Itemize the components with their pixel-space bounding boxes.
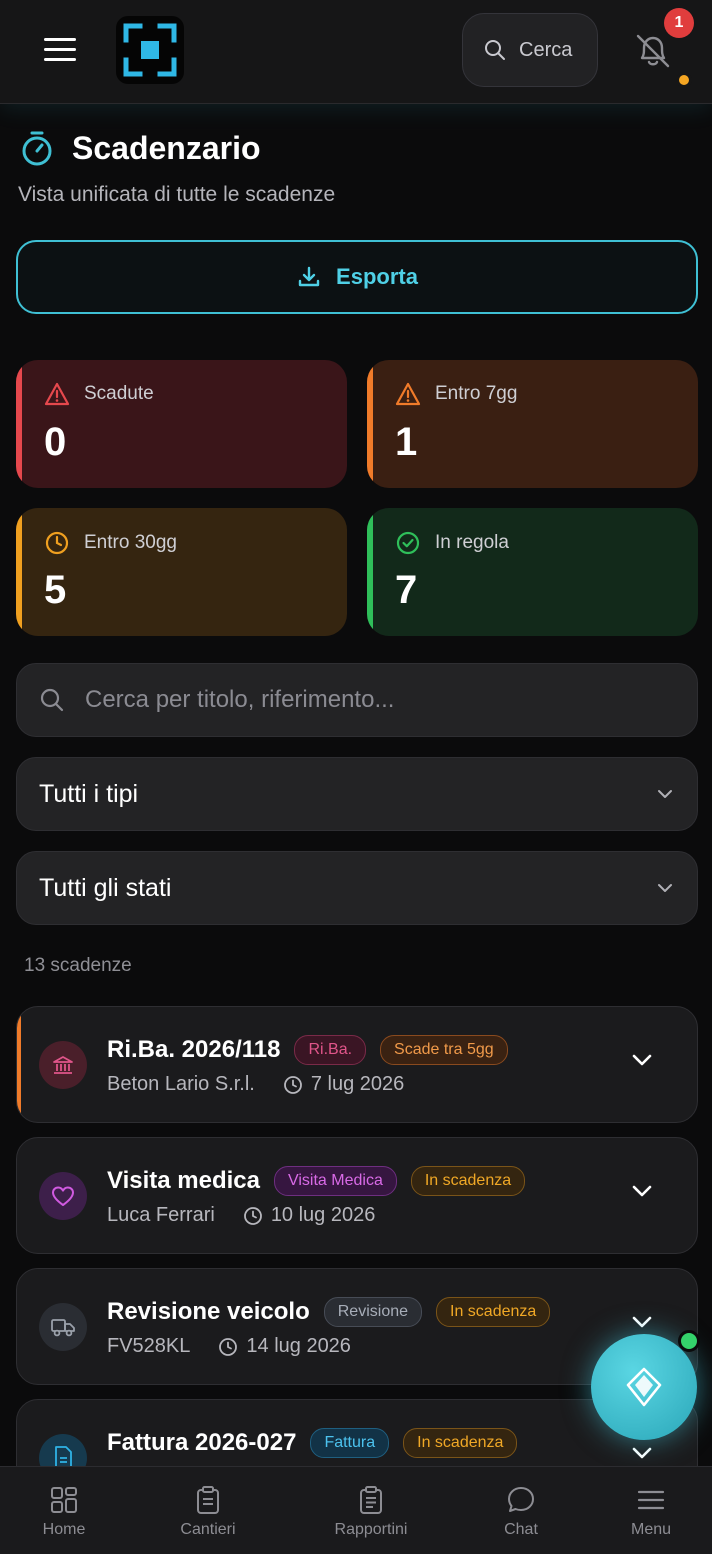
online-status-dot xyxy=(678,1330,700,1352)
stat-card-overdue[interactable]: Scadute 0 xyxy=(16,360,347,488)
nav-item-menu[interactable]: Menu xyxy=(596,1467,706,1554)
bottom-navigation: Home Cantieri Rapportini Chat Menu xyxy=(0,1466,712,1554)
chevron-down-icon[interactable] xyxy=(631,1315,653,1329)
report-icon xyxy=(360,1486,382,1514)
page-title: Scadenzario xyxy=(72,129,261,166)
results-count: 13 scadenze xyxy=(24,955,132,976)
deadline-search-field[interactable] xyxy=(16,663,698,737)
page-subtitle: Vista unificata di tutte le scadenze xyxy=(18,183,336,206)
nav-item-rapportini[interactable]: Rapportini xyxy=(316,1467,426,1554)
stat-card-compliant[interactable]: In regola 7 xyxy=(367,508,698,636)
deadline-card[interactable]: Ri.Ba. 2026/118 Ri.Ba. Scade tra 5gg Bet… xyxy=(16,1006,698,1123)
stat-value: 1 xyxy=(395,420,418,464)
app-logo[interactable] xyxy=(116,16,184,84)
page-header: Scadenzario xyxy=(18,128,261,168)
export-label: Esporta xyxy=(336,264,418,289)
search-icon xyxy=(485,40,505,60)
hamburger-menu-icon[interactable] xyxy=(40,34,80,66)
stat-value: 0 xyxy=(44,420,67,464)
type-badge: Visita Medica xyxy=(273,1166,397,1196)
warning-icon xyxy=(395,382,421,406)
clock-icon xyxy=(219,1337,238,1356)
chevron-down-icon xyxy=(658,884,672,892)
nav-item-cantieri[interactable]: Cantieri xyxy=(153,1467,263,1554)
stat-value: 5 xyxy=(44,568,67,612)
status-badge: Scade tra 5gg xyxy=(380,1035,508,1065)
nav-label: Chat xyxy=(504,1521,538,1538)
warning-icon xyxy=(44,382,70,406)
status-badge: In scadenza xyxy=(403,1428,518,1458)
deadline-title: Fattura 2026-027 xyxy=(107,1429,297,1456)
deadline-title: Ri.Ba. 2026/118 xyxy=(107,1036,281,1063)
notification-count-badge: 1 xyxy=(664,8,694,38)
status-filter-value: Tutti gli stati xyxy=(39,873,172,902)
deadline-date: 10 lug 2026 xyxy=(270,1204,376,1226)
nav-label: Cantieri xyxy=(180,1521,236,1538)
status-dot xyxy=(676,72,692,88)
deadline-subject: Luca Ferrari xyxy=(107,1204,215,1226)
stopwatch-icon xyxy=(22,131,52,166)
heart-icon xyxy=(39,1172,87,1220)
chevron-down-icon[interactable] xyxy=(631,1053,653,1067)
stat-label: Scadute xyxy=(84,383,154,404)
deadline-subject: FV528KL xyxy=(107,1335,191,1357)
stat-label: In regola xyxy=(435,532,509,553)
clock-icon xyxy=(45,531,69,555)
nav-label: Home xyxy=(42,1521,86,1538)
clock-icon xyxy=(243,1206,262,1225)
status-filter-select[interactable]: Tutti gli stati xyxy=(16,851,698,925)
menu-icon xyxy=(637,1490,665,1510)
bank-icon xyxy=(39,1041,87,1089)
status-badge: In scadenza xyxy=(410,1166,526,1196)
truck-icon xyxy=(39,1303,87,1351)
stat-accent-bar xyxy=(367,508,373,636)
chevron-down-icon[interactable] xyxy=(631,1446,653,1460)
stat-accent-bar xyxy=(16,360,22,488)
type-badge: Ri.Ba. xyxy=(294,1035,367,1065)
stat-accent-bar xyxy=(16,508,22,636)
type-badge: Revisione xyxy=(323,1297,423,1327)
clock-icon xyxy=(283,1075,302,1094)
global-search-button[interactable]: Cerca xyxy=(462,13,598,87)
type-badge: Fattura xyxy=(310,1428,390,1458)
deadline-accent-bar xyxy=(17,1007,21,1122)
diamond-icon xyxy=(626,1367,662,1407)
status-badge: In scadenza xyxy=(436,1297,551,1327)
nav-item-home[interactable]: Home xyxy=(9,1467,119,1554)
stat-accent-bar xyxy=(367,360,373,488)
export-button[interactable]: Esporta xyxy=(16,240,698,314)
home-icon xyxy=(51,1487,77,1513)
scan-logo-icon xyxy=(123,23,177,77)
chevron-down-icon[interactable] xyxy=(631,1184,653,1198)
type-filter-select[interactable]: Tutti i tipi xyxy=(16,757,698,831)
assistant-fab-button[interactable] xyxy=(591,1334,697,1440)
nav-label: Menu xyxy=(630,1521,672,1538)
stat-label: Entro 30gg xyxy=(84,532,177,553)
nav-item-chat[interactable]: Chat xyxy=(466,1467,576,1554)
search-icon xyxy=(40,688,64,712)
stat-value: 7 xyxy=(395,568,418,612)
chat-icon xyxy=(508,1487,534,1512)
stat-card-within-7-days[interactable]: Entro 7gg 1 xyxy=(367,360,698,488)
deadline-title: Visita medica xyxy=(107,1167,260,1194)
top-bar: Cerca 1 xyxy=(0,0,712,104)
search-input[interactable] xyxy=(85,686,645,714)
deadline-date: 14 lug 2026 xyxy=(246,1335,351,1357)
chevron-down-icon xyxy=(658,790,672,798)
clipboard-icon xyxy=(197,1486,219,1514)
stat-label: Entro 7gg xyxy=(435,383,518,404)
nav-label: Rapportini xyxy=(334,1521,408,1538)
deadline-date: 7 lug 2026 xyxy=(310,1073,405,1095)
stat-card-within-30-days[interactable]: Entro 30gg 5 xyxy=(16,508,347,636)
check-circle-icon xyxy=(396,531,420,555)
deadline-card[interactable]: Visita medica Visita Medica In scadenza … xyxy=(16,1137,698,1254)
deadline-title: Revisione veicolo xyxy=(107,1298,310,1325)
type-filter-value: Tutti i tipi xyxy=(39,779,139,808)
deadline-subject: Beton Lario S.r.l. xyxy=(107,1073,255,1095)
search-label: Cerca xyxy=(519,38,573,61)
download-icon xyxy=(298,266,320,287)
